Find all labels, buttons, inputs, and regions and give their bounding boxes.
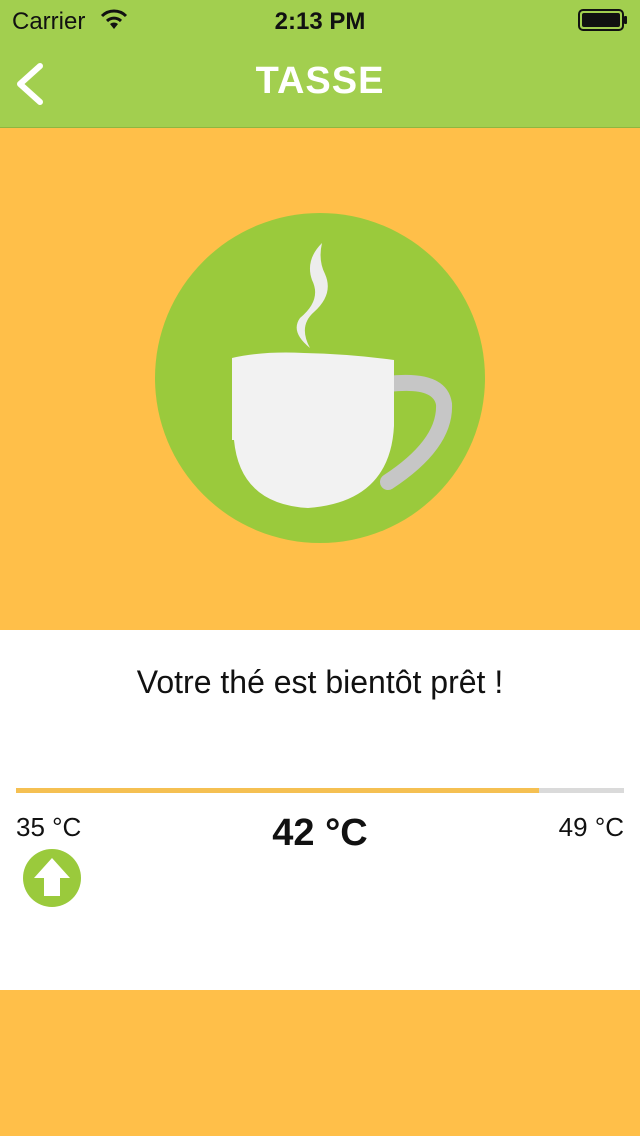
arrow-up-icon[interactable] bbox=[22, 848, 82, 908]
status-message: Votre thé est bientôt prêt ! bbox=[136, 664, 504, 700]
temperature-max-label: 49 °C bbox=[558, 812, 624, 842]
tea-cup-icon bbox=[155, 213, 485, 543]
footer-area bbox=[0, 990, 640, 1136]
navigation-bar: Carrier 2:13 PM TASSE bbox=[0, 0, 640, 128]
clock: 2:13 PM bbox=[274, 8, 366, 35]
status-panel: Votre thé est bientôt prêt ! 35 °C 42 °C… bbox=[0, 630, 640, 990]
temperature-progress-bar bbox=[16, 788, 624, 793]
hero-section bbox=[0, 128, 640, 630]
temperature-current-label: 42 °C bbox=[272, 812, 368, 854]
status-bar: Carrier 2:13 PM bbox=[0, 0, 640, 40]
temperature-progress-fill bbox=[16, 788, 539, 793]
page-title: TASSE bbox=[255, 60, 385, 102]
battery-icon bbox=[578, 9, 627, 31]
